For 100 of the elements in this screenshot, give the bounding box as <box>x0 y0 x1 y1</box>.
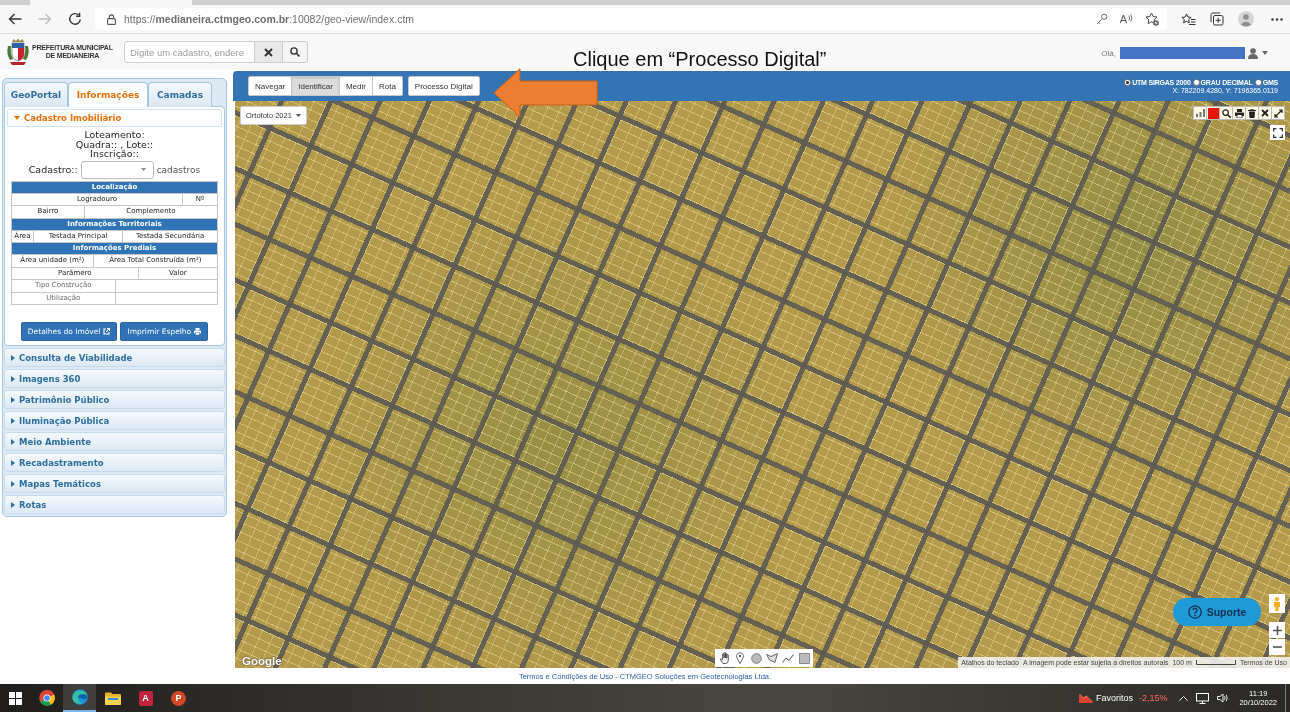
chevron-up-icon[interactable] <box>1179 695 1189 701</box>
accordion-header[interactable]: Iluminação Pública <box>4 411 225 430</box>
caret-right-icon <box>11 396 15 403</box>
zoom-out-button[interactable] <box>1269 639 1285 655</box>
caret-right-icon <box>11 438 15 445</box>
key-icon[interactable] <box>1095 13 1108 25</box>
mode-button[interactable]: Navegar <box>248 76 293 96</box>
mode-button[interactable]: Identificar <box>292 76 340 96</box>
scale-bar <box>1195 660 1236 665</box>
fullscreen-button[interactable] <box>1270 125 1285 140</box>
caret-right-icon <box>11 354 15 361</box>
external-link-icon <box>103 328 111 335</box>
print-icon <box>1234 108 1244 118</box>
expand-icon <box>1273 108 1283 118</box>
taskbar-button[interactable]: A <box>129 684 162 712</box>
accordion-header[interactable]: Recadastramento <box>4 453 225 472</box>
caret-down-icon <box>140 168 146 171</box>
reload-icon <box>68 12 82 26</box>
field-label: Cadastro:: <box>28 164 78 175</box>
bar-chart-icon <box>1195 109 1205 117</box>
accordion-header[interactable]: Mapas Temáticos <box>4 474 225 493</box>
select-field[interactable] <box>80 160 154 179</box>
caret-right-icon <box>11 417 15 424</box>
zoom-in-button[interactable] <box>1269 622 1285 638</box>
help-icon <box>1187 605 1202 619</box>
mode-button[interactable]: Rota <box>372 76 403 96</box>
favorite-add-icon[interactable] <box>1145 12 1159 26</box>
search-field[interactable]: Digite um cadastro, endere <box>124 41 255 63</box>
line-icon <box>782 653 794 663</box>
search-icon <box>1221 108 1231 118</box>
field-suffix: cadastros <box>156 164 201 175</box>
more-icon[interactable] <box>1271 17 1283 21</box>
widget-label[interactable]: Favoritos <box>1095 693 1133 703</box>
close-icon <box>1261 109 1269 117</box>
favorites-icon[interactable] <box>1181 12 1196 26</box>
profile-avatar-icon[interactable] <box>1238 11 1254 27</box>
square-icon <box>798 652 810 664</box>
collections-icon[interactable] <box>1210 12 1224 26</box>
forward-arrow-icon <box>38 13 52 25</box>
process-button[interactable]: Processo Digital <box>407 76 480 96</box>
search-button[interactable] <box>283 41 308 63</box>
url-text: https://medianeira.ctmgeo.com.br:10082/geo-view/index.ctm <box>124 13 415 25</box>
volume-icon[interactable] <box>1217 693 1230 703</box>
hand-icon <box>718 652 730 664</box>
accordion-header[interactable]: Rotas <box>4 495 225 514</box>
caret-right-icon <box>11 375 15 382</box>
chart-down-icon[interactable] <box>1078 692 1093 704</box>
expand-button[interactable] <box>1271 106 1285 120</box>
accordion-header[interactable]: Cadastro Imobiliário <box>7 109 222 127</box>
person-icon <box>1273 596 1281 611</box>
search-icon <box>290 47 300 57</box>
accordion-header[interactable]: Imagens 360 <box>4 369 225 388</box>
sidebar-tab[interactable]: GeoPortal <box>4 82 68 107</box>
chart-button[interactable] <box>1193 106 1207 120</box>
user-icon[interactable] <box>1248 47 1258 59</box>
marker-button[interactable] <box>734 651 746 665</box>
color-button[interactable] <box>1206 106 1220 120</box>
network-icon[interactable] <box>1196 692 1210 704</box>
back-arrow-icon <box>8 13 22 25</box>
change-text: -2,15% <box>1138 693 1168 703</box>
caret-right-icon <box>11 501 15 508</box>
accordion-header[interactable]: Consulta de Viabilidade <box>4 348 225 367</box>
address-bar[interactable]: https://medianeira.ctmgeo.com.br:10082/geo-view/index.ctm A <box>95 8 1167 30</box>
ring-logo-icon <box>38 690 55 706</box>
rectangle-button[interactable] <box>798 651 810 665</box>
caret-icon[interactable] <box>1262 51 1268 55</box>
line-button[interactable] <box>782 651 794 665</box>
swirl-logo-icon <box>71 689 88 705</box>
print-button[interactable] <box>1232 106 1246 120</box>
mode-button[interactable]: Medir <box>339 76 373 96</box>
caret-down-icon <box>14 116 20 120</box>
search-button[interactable] <box>1219 106 1233 120</box>
folder-icon <box>104 691 121 705</box>
sound-wave-icon <box>1128 13 1133 22</box>
color-swatch-icon <box>1207 107 1219 119</box>
polygon-icon <box>766 653 778 663</box>
pin-icon <box>736 652 744 664</box>
map-provider-logo: Google <box>242 655 282 667</box>
app-logo: P <box>171 690 186 706</box>
taskbar-button[interactable]: P <box>162 684 195 712</box>
sidebar-tab[interactable]: Informações <box>68 82 148 107</box>
annotation-text: Clique em “Processo Digital” <box>573 48 827 71</box>
read-aloud-button[interactable]: A <box>1119 13 1133 25</box>
caret-right-icon <box>11 459 15 466</box>
circle-button[interactable] <box>750 651 762 665</box>
trash-icon <box>1248 108 1256 118</box>
close-button[interactable] <box>1258 106 1272 120</box>
sidebar-tab[interactable]: Camadas <box>148 82 212 107</box>
accordion-header[interactable]: Meio Ambiente <box>4 432 225 451</box>
delete-button[interactable] <box>1245 106 1259 120</box>
support-button[interactable]: Suporte <box>1173 598 1261 626</box>
start-icon <box>8 691 22 705</box>
clear-button[interactable] <box>255 41 283 63</box>
accordion-header[interactable]: Patrimônio Público <box>4 390 225 409</box>
fullscreen-icon <box>1272 127 1283 138</box>
zoom-in-icon <box>1272 625 1282 635</box>
polygon-button[interactable] <box>766 651 778 665</box>
info-text: Inscrição:: <box>90 149 139 159</box>
pan-button[interactable] <box>718 651 730 665</box>
app-logo: A <box>138 690 153 706</box>
